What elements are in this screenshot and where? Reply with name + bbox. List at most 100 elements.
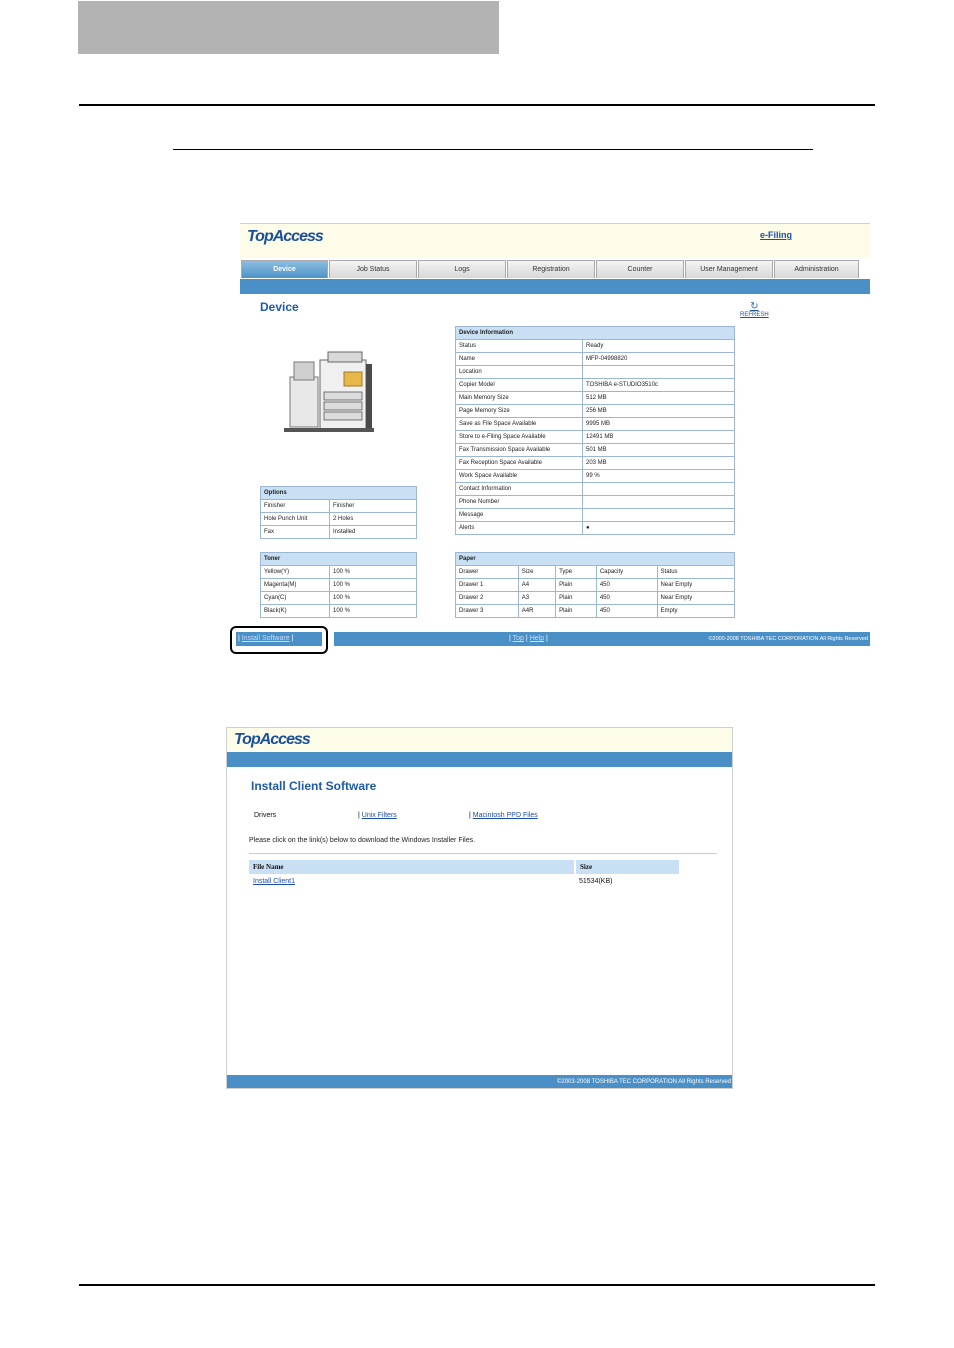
info-label: Name: [455, 352, 583, 366]
info-value: [582, 508, 735, 522]
tab-user-management[interactable]: User Management: [685, 260, 773, 278]
info-value: 99 %: [582, 469, 735, 483]
toner-level: 100 %: [329, 591, 417, 605]
info-label: Status: [455, 339, 583, 353]
tab-logs[interactable]: Logs: [418, 260, 506, 278]
separator: |: [358, 812, 360, 819]
toner-caption: Toner: [260, 552, 417, 566]
table-row: Hole Punch Unit 2 Holes: [260, 512, 417, 526]
paper-caption: Paper: [455, 552, 735, 566]
column-header-size: Size: [576, 860, 679, 874]
option-value: 2 Holes: [329, 512, 417, 526]
efiling-link[interactable]: e-Filing: [760, 230, 792, 240]
tab-drivers[interactable]: Drivers: [254, 812, 276, 819]
blue-bar: [227, 752, 732, 767]
unix-filters-nav: | Unix Filters: [358, 812, 397, 819]
alert-indicator: ●: [582, 521, 735, 535]
refresh-icon: ↻: [750, 301, 759, 312]
blue-subnav-bar: [240, 279, 870, 294]
main-tabs: Device Job Status Logs Registration Coun…: [240, 260, 870, 279]
info-value: TOSHIBA e-STUDIO3510c: [582, 378, 735, 392]
paper-table: Paper Drawer Size Type Capacity Status D…: [455, 552, 736, 618]
cell: Drawer 2: [455, 591, 519, 605]
table-row: Name MFP-04998820: [455, 352, 735, 366]
info-label: Work Space Available: [455, 469, 583, 483]
info-label: Main Memory Size: [455, 391, 583, 405]
bottom-rule: [79, 1284, 875, 1286]
tab-counter[interactable]: Counter: [596, 260, 684, 278]
install-client-link[interactable]: Install Client1: [253, 878, 295, 885]
info-label: Save as File Space Available: [455, 417, 583, 431]
info-value: 203 MB: [582, 456, 735, 470]
separator: |: [525, 635, 528, 642]
info-label: Message: [455, 508, 583, 522]
info-label: Copier Model: [455, 378, 583, 392]
info-label: Fax Transmission Space Available: [455, 443, 583, 457]
table-row: Drawer 2 A3 Plain 450 Near Empty: [455, 591, 736, 605]
info-label: Fax Reception Space Available: [455, 456, 583, 470]
info-label: Contact Information: [455, 482, 583, 496]
topaccess-logo: TopAccess: [247, 228, 324, 245]
info-label: Phone Number: [455, 495, 583, 509]
table-row: Fax Transmission Space Available 501 MB: [455, 443, 735, 457]
cell: Plain: [555, 578, 597, 592]
option-label: Hole Punch Unit: [260, 512, 330, 526]
toner-color: Black(K): [260, 604, 330, 618]
footer-main: | Top | Help | ©2000-2008 TOSHIBA TEC CO…: [334, 632, 870, 646]
column-header-file-name: File Name: [249, 860, 574, 874]
info-value: [582, 365, 735, 379]
column-header: Status: [656, 565, 736, 579]
cell: Drawer 1: [455, 578, 519, 592]
topaccess-header: TopAccess: [227, 728, 732, 752]
table-row: Drawer 3 A4R Plain 450 Empty: [455, 604, 736, 618]
macintosh-ppd-link[interactable]: Macintosh PPD Files: [473, 812, 538, 819]
column-header: Size: [517, 565, 557, 579]
cell: Near Empty: [656, 591, 736, 605]
unix-filters-link[interactable]: Unix Filters: [362, 812, 397, 819]
table-row: Store to e-Filing Space Available 12491 M…: [455, 430, 735, 444]
tab-administration[interactable]: Administration: [774, 260, 859, 278]
info-value: 256 MB: [582, 404, 735, 418]
toner-table: Toner Yellow(Y) 100 % Magenta(M) 100 % Cya…: [260, 552, 417, 618]
info-value: 9995 MB: [582, 417, 735, 431]
options-table: Options Finisher Finisher Hole Punch Unit…: [260, 486, 417, 539]
table-header-row: Drawer Size Type Capacity Status: [455, 565, 736, 579]
copier-image: [284, 351, 374, 432]
toner-level: 100 %: [329, 565, 417, 579]
separator: |: [546, 635, 548, 642]
table-row: Yellow(Y) 100 %: [260, 565, 417, 579]
tab-registration[interactable]: Registration: [507, 260, 595, 278]
tab-device[interactable]: Device: [241, 260, 328, 278]
table-row: Alerts ●: [455, 521, 735, 535]
copyright-text: ©2000-2008 TOSHIBA TEC CORPORATION All R…: [708, 636, 868, 642]
option-label: Fax: [260, 525, 330, 539]
tab-job-status[interactable]: Job Status: [329, 260, 417, 278]
table-row: Main Memory Size 512 MB: [455, 391, 735, 405]
install-client-screenshot: TopAccess Install Client Software Driver…: [226, 727, 733, 1089]
header-gray-bar: [78, 1, 499, 54]
table-row: Contact Information: [455, 482, 735, 496]
info-value: [582, 482, 735, 496]
cell: Near Empty: [656, 578, 736, 592]
cell: 450: [595, 604, 658, 618]
toner-color: Cyan(C): [260, 591, 330, 605]
table-row: Black(K) 100 %: [260, 604, 417, 618]
table-row: Fax Reception Space Available 203 MB: [455, 456, 735, 470]
refresh-label: REFRESH: [740, 312, 769, 318]
install-software-callout: [230, 626, 328, 654]
instruction-text: Please click on the link(s) below to dow…: [249, 837, 476, 844]
divider: [249, 853, 717, 854]
info-value: 501 MB: [582, 443, 735, 457]
top-link[interactable]: Top: [513, 635, 524, 642]
macintosh-ppd-nav: | Macintosh PPD Files: [469, 812, 538, 819]
cell: Plain: [555, 604, 597, 618]
table-row: Page Memory Size 256 MB: [455, 404, 735, 418]
refresh-button[interactable]: ↻ REFRESH: [740, 301, 769, 318]
table-row: Location: [455, 365, 735, 379]
info-label: Page Memory Size: [455, 404, 583, 418]
table-row: Copier Model TOSHIBA e-STUDIO3510c: [455, 378, 735, 392]
section-rule: [173, 149, 813, 150]
help-link[interactable]: Help: [530, 635, 544, 642]
cell: A4R: [517, 604, 557, 618]
file-size: 51534(KB): [579, 878, 613, 885]
